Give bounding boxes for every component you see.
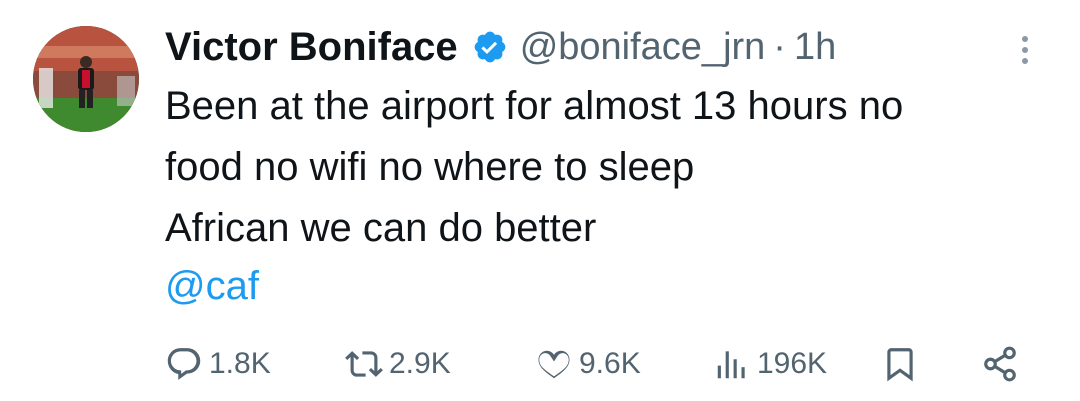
separator-dot: · xyxy=(773,25,786,68)
like-button[interactable]: 9.6K xyxy=(535,338,641,390)
bookmark-button[interactable] xyxy=(881,338,919,390)
heart-icon xyxy=(538,350,570,379)
reply-count: 1.8K xyxy=(209,347,271,380)
timestamp[interactable]: 1h xyxy=(794,26,836,69)
author-name[interactable]: Victor Boniface xyxy=(165,25,458,70)
avatar-image xyxy=(33,26,139,132)
bookmark-icon xyxy=(887,348,913,382)
tweet-header: Victor Boniface @boniface_jrn · 1h xyxy=(165,18,836,76)
repost-icon xyxy=(345,351,383,377)
verified-badge-icon xyxy=(474,31,506,63)
tweet-text: Been at the airport for almost 13 hours … xyxy=(165,84,904,250)
share-button[interactable] xyxy=(981,338,1019,390)
mention-link[interactable]: @caf xyxy=(165,256,259,317)
share-icon xyxy=(984,346,1016,382)
avatar[interactable] xyxy=(33,26,139,132)
author-handle[interactable]: @boniface_jrn xyxy=(520,26,766,69)
views-button[interactable]: 196K xyxy=(713,338,827,390)
reply-button[interactable]: 1.8K xyxy=(165,338,271,390)
reply-icon xyxy=(167,348,201,380)
more-vertical-icon[interactable] xyxy=(1010,30,1040,70)
like-count: 9.6K xyxy=(579,347,641,380)
repost-button[interactable]: 2.9K xyxy=(345,338,451,390)
tweet-actions: 1.8K 2.9K 9.6K 196K xyxy=(165,338,1035,390)
views-count: 196K xyxy=(757,347,828,380)
views-icon xyxy=(717,351,745,379)
repost-count: 2.9K xyxy=(389,347,451,380)
